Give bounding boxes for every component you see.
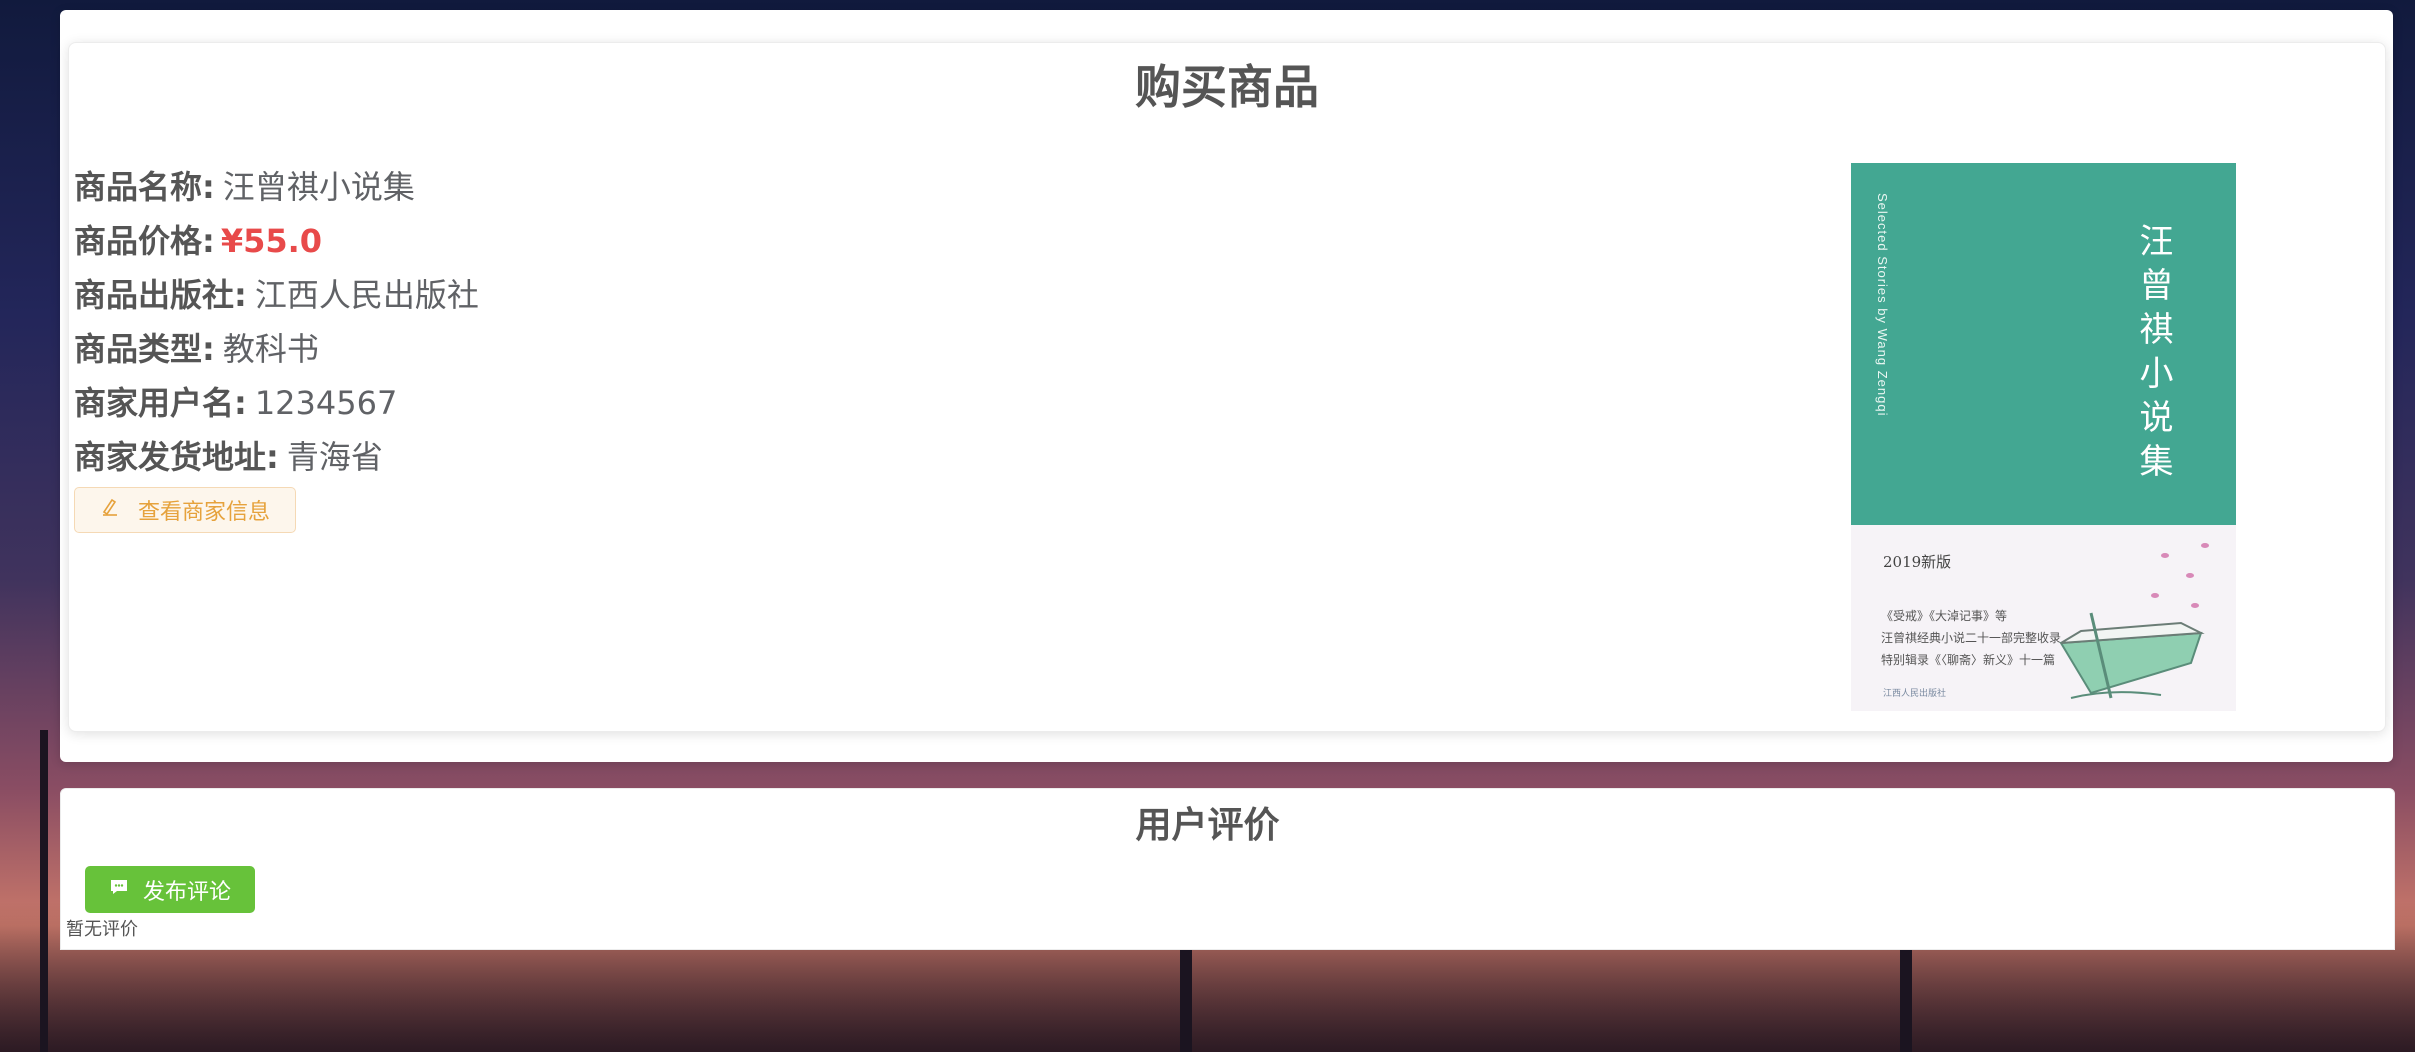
cover-chinese-title: 汪曾祺小说集 <box>2133 223 2173 487</box>
product-cover-image: Selected Stories by Wang Zengqi 汪曾祺小说集 2… <box>1851 163 2236 711</box>
chat-icon <box>109 877 129 902</box>
product-publisher-row: 商品出版社: 江西人民出版社 <box>74 268 479 322</box>
cover-publisher-logo: 江西人民出版社 <box>1883 689 1947 699</box>
product-type-label: 商品类型: <box>74 330 215 368</box>
product-price-row: 商品价格: ¥55.0 <box>74 214 479 268</box>
edit-icon <box>100 497 120 523</box>
post-comment-button[interactable]: 发布评论 <box>85 866 255 913</box>
merchant-address: 青海省 <box>286 438 383 476</box>
cover-top-panel <box>1851 163 2236 525</box>
product-price-label: 商品价格: <box>74 222 215 260</box>
page-title: 购买商品 <box>1135 60 1319 114</box>
background-pole <box>1180 940 1192 1052</box>
product-type-row: 商品类型: 教科书 <box>74 322 479 376</box>
background-pole <box>40 730 48 1052</box>
petal <box>2186 573 2194 578</box>
product-price: ¥55.0 <box>220 222 323 260</box>
petal <box>2161 553 2169 558</box>
cover-edition: 2019新版 <box>1883 553 1952 571</box>
merchant-username: 1234567 <box>254 384 398 422</box>
product-name-label: 商品名称: <box>74 168 215 206</box>
product-publisher-label: 商品出版社: <box>74 276 247 314</box>
reviews-title: 用户评价 <box>1135 805 1280 846</box>
petal <box>2151 593 2159 598</box>
merchant-address-label: 商家发货地址: <box>74 438 279 476</box>
cover-blurb-line: 汪曾祺经典小说二十一部完整收录 <box>1881 631 2062 645</box>
merchant-address-row: 商家发货地址: 青海省 <box>74 430 479 484</box>
merchant-username-row: 商家用户名: 1234567 <box>74 376 479 430</box>
cover-blurb-line: 特别辑录《〈聊斋〉新义》十一篇 <box>1881 653 2056 667</box>
product-info: 商品名称: 汪曾祺小说集 商品价格: ¥55.0 商品出版社: 江西人民出版社 商品类… <box>74 160 479 484</box>
product-name-row: 商品名称: 汪曾祺小说集 <box>74 160 479 214</box>
petal <box>2201 543 2209 548</box>
product-name: 汪曾祺小说集 <box>222 168 415 206</box>
petal <box>2191 603 2199 608</box>
product-publisher: 江西人民出版社 <box>254 276 479 314</box>
post-comment-label: 发布评论 <box>142 879 231 905</box>
cover-blurb-line: 《受戒》《大淖记事》等 <box>1881 609 2008 623</box>
merchant-username-label: 商家用户名: <box>74 384 247 422</box>
view-merchant-label: 查看商家信息 <box>137 500 270 525</box>
product-type: 教科书 <box>222 330 319 368</box>
cover-english-title: Selected Stories by Wang Zengqi <box>1875 193 1890 417</box>
view-merchant-button[interactable]: 查看商家信息 <box>74 487 296 533</box>
boat-illustration <box>2059 612 2205 699</box>
no-reviews-text: 暂无评价 <box>66 919 138 940</box>
cover-blurb: 《受戒》《大淖记事》等 汪曾祺经典小说二十一部完整收录 特别辑录《〈聊斋〉新义》… <box>1881 605 2061 671</box>
